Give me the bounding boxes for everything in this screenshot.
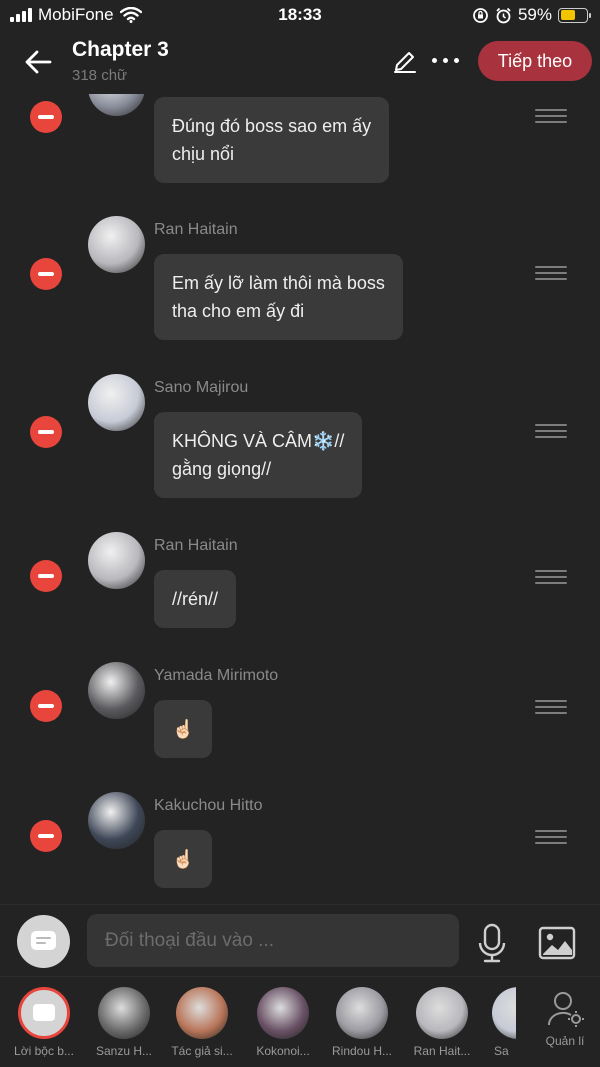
avatar[interactable]	[88, 532, 145, 589]
header: Chapter 3 318 chữ Tiếp theo	[0, 32, 600, 94]
message-text: //rén//	[172, 589, 219, 609]
message-bubble[interactable]: ☝🏻	[154, 830, 213, 888]
rotation-lock-icon	[473, 7, 488, 23]
message-bubble[interactable]: ☝🏻	[154, 700, 213, 758]
user-settings-icon	[547, 992, 584, 1027]
message-text: Em ấy lỡ làm thôi mà boss	[172, 273, 385, 293]
delete-message-icon[interactable]	[30, 690, 62, 722]
avatar	[257, 987, 309, 1039]
battery-icon	[558, 7, 591, 23]
manage-characters-button[interactable]: Quản lí	[540, 991, 590, 1048]
delete-message-icon[interactable]	[30, 820, 62, 852]
character-narrator[interactable]: Lời bộc b...	[12, 987, 76, 1058]
message-text: KHÔNG VÀ CÂM❄️//	[172, 431, 345, 451]
narration-icon	[18, 987, 70, 1039]
character-item[interactable]: Sa	[486, 987, 516, 1058]
avatar[interactable]	[88, 94, 145, 116]
message-text: gằng giọng//	[172, 459, 272, 479]
character-label: Lời bộc b...	[14, 1044, 74, 1058]
message-list[interactable]: Đúng đó boss sao em ấy chịu nổi Ran Hait…	[0, 94, 600, 904]
character-item[interactable]: Kokonoi...	[251, 987, 315, 1058]
drag-handle-icon[interactable]	[535, 700, 567, 716]
image-icon[interactable]	[538, 926, 576, 960]
drag-handle-icon[interactable]	[535, 424, 567, 440]
message-bubble[interactable]: Em ấy lỡ làm thôi mà boss tha cho em ấy …	[154, 254, 403, 340]
character-name: Kakuchou Hitto	[154, 797, 263, 814]
character-label: Sanzu H...	[95, 1044, 153, 1058]
avatar	[416, 987, 468, 1039]
status-bar: MobiFone 18:33 59%	[0, 0, 600, 32]
avatar	[492, 987, 516, 1039]
character-item[interactable]: Sanzu H...	[92, 987, 156, 1058]
next-chapter-button[interactable]: Tiếp theo	[478, 41, 592, 81]
microphone-icon[interactable]	[476, 923, 508, 963]
dialogue-input[interactable]: Đối thoại đầu vào ...	[87, 914, 459, 967]
delete-message-icon[interactable]	[30, 258, 62, 290]
alarm-icon	[496, 7, 511, 23]
character-item[interactable]: Rindou H...	[330, 987, 394, 1058]
avatar	[176, 987, 228, 1039]
character-label: Rindou H...	[331, 1044, 393, 1058]
message-text: tha cho em ấy đi	[172, 301, 305, 321]
character-label: Kokonoi...	[256, 1044, 310, 1058]
message-bubble[interactable]: KHÔNG VÀ CÂM❄️// gằng giọng//	[154, 412, 363, 498]
character-item[interactable]: Tác giả si...	[170, 987, 234, 1058]
character-label: Tác giả si...	[171, 1044, 233, 1058]
message-bubble[interactable]: //rén//	[154, 570, 237, 628]
message-text: chịu nổi	[172, 144, 235, 164]
narration-icon[interactable]	[17, 915, 70, 968]
character-name: Ran Haitain	[154, 221, 238, 238]
delete-message-icon[interactable]	[30, 560, 62, 592]
character-label: Ran Hait...	[413, 1044, 471, 1058]
battery-percent: 59%	[517, 5, 552, 24]
drag-handle-icon[interactable]	[535, 266, 567, 282]
message-text: ☝🏻	[172, 719, 195, 739]
character-name: Sano Majirou	[154, 379, 249, 396]
message-text: ☝🏻	[172, 849, 195, 869]
avatar[interactable]	[88, 662, 145, 719]
character-item[interactable]: Ran Hait...	[410, 987, 474, 1058]
message-bubble[interactable]: Đúng đó boss sao em ấy chịu nổi	[154, 97, 390, 183]
delete-message-icon[interactable]	[30, 101, 62, 133]
manage-label: Quản lí	[545, 1034, 585, 1048]
drag-handle-icon[interactable]	[535, 109, 567, 125]
avatar	[336, 987, 388, 1039]
composer: Đối thoại đầu vào ...	[0, 904, 600, 976]
avatar[interactable]	[88, 792, 145, 849]
avatar[interactable]	[88, 374, 145, 431]
drag-handle-icon[interactable]	[535, 570, 567, 586]
avatar	[98, 987, 150, 1039]
word-count: 318 chữ	[72, 67, 128, 84]
page-title: Chapter 3	[72, 38, 169, 61]
character-name: Yamada Mirimoto	[154, 667, 279, 684]
avatar[interactable]	[88, 216, 145, 273]
more-icon[interactable]	[432, 58, 459, 63]
character-name: Ran Haitain	[154, 537, 238, 554]
back-arrow-icon[interactable]	[22, 46, 54, 78]
pencil-icon[interactable]	[392, 48, 418, 74]
message-text: Đúng đó boss sao em ấy	[172, 116, 372, 136]
character-label: Sa	[494, 1044, 509, 1058]
drag-handle-icon[interactable]	[535, 830, 567, 846]
character-bar: Lời bộc b... Sanzu H... Tác giả si... Ko…	[0, 976, 600, 1067]
delete-message-icon[interactable]	[30, 416, 62, 448]
status-right: 59%	[472, 5, 591, 25]
